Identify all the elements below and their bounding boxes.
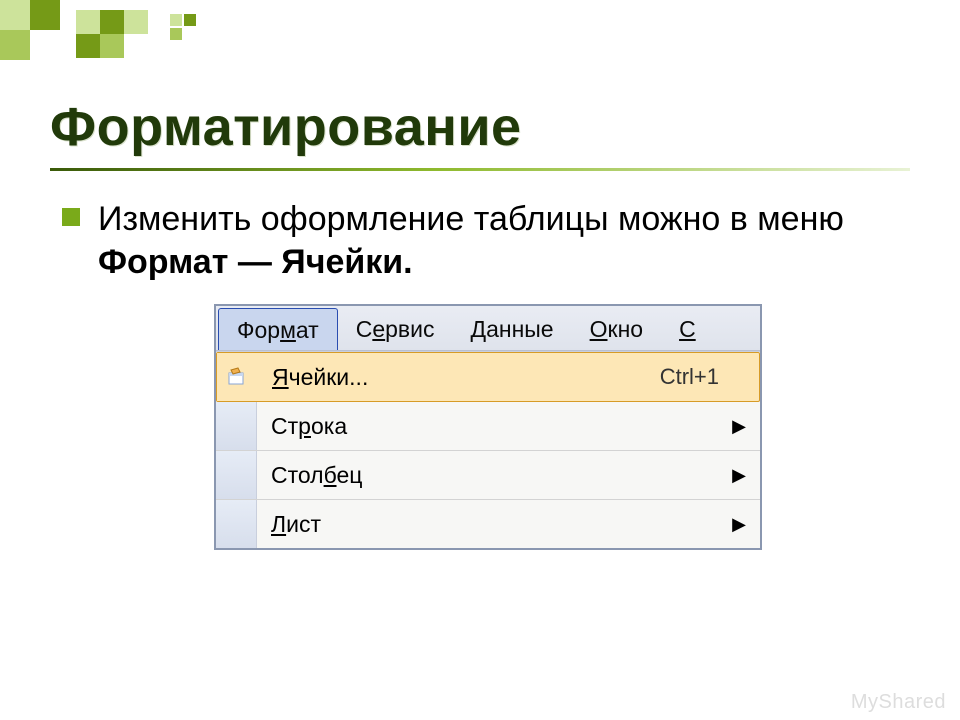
dropdown-icon-slot	[216, 402, 257, 450]
dropdown-item-label: Столбец	[257, 462, 730, 489]
submenu-arrow-icon: ▶	[730, 416, 746, 437]
menubar-item-1[interactable]: Сервис	[338, 306, 453, 350]
slide-title: Форматирование	[50, 96, 522, 158]
submenu-arrow-icon: ▶	[730, 514, 746, 535]
dropdown-item-shortcut: Ctrl+1	[650, 364, 729, 390]
decorative-squares	[0, 0, 300, 90]
bullet-square-icon	[62, 208, 80, 226]
bullet-item: Изменить оформление таблицы можно в меню…	[62, 198, 882, 283]
format-dropdown: Ячейки...Ctrl+1Строка▶Столбец▶Лист▶	[216, 351, 760, 548]
dropdown-item-label: Строка	[257, 413, 730, 440]
menubar-item-0[interactable]: Формат	[218, 308, 338, 350]
bullet-text-prefix: Изменить оформление таблицы можно в меню	[98, 200, 844, 238]
submenu-arrow-icon: ▶	[730, 465, 746, 486]
menubar-item-4[interactable]: С	[661, 306, 714, 350]
menu-screenshot: ФорматСервисДанныеОкноС Ячейки...Ctrl+1С…	[214, 304, 762, 550]
dropdown-item-2[interactable]: Столбец▶	[216, 451, 760, 500]
dropdown-item-3[interactable]: Лист▶	[216, 500, 760, 548]
menubar: ФорматСервисДанныеОкноС	[216, 306, 760, 351]
dropdown-item-0[interactable]: Ячейки...Ctrl+1	[216, 352, 760, 402]
dropdown-icon-slot	[216, 500, 257, 548]
menubar-item-3[interactable]: Окно	[572, 306, 661, 350]
bullet-text: Изменить оформление таблицы можно в меню…	[98, 198, 882, 283]
cells-icon	[217, 353, 258, 401]
menubar-item-2[interactable]: Данные	[453, 306, 572, 350]
dropdown-icon-slot	[216, 451, 257, 499]
title-separator	[50, 168, 910, 171]
bullet-text-bold: Формат — Ячейки.	[98, 243, 413, 281]
dropdown-item-1[interactable]: Строка▶	[216, 402, 760, 451]
dropdown-item-label: Ячейки...	[258, 364, 650, 391]
dropdown-item-label: Лист	[257, 511, 730, 538]
watermark: MyShared	[851, 691, 946, 714]
